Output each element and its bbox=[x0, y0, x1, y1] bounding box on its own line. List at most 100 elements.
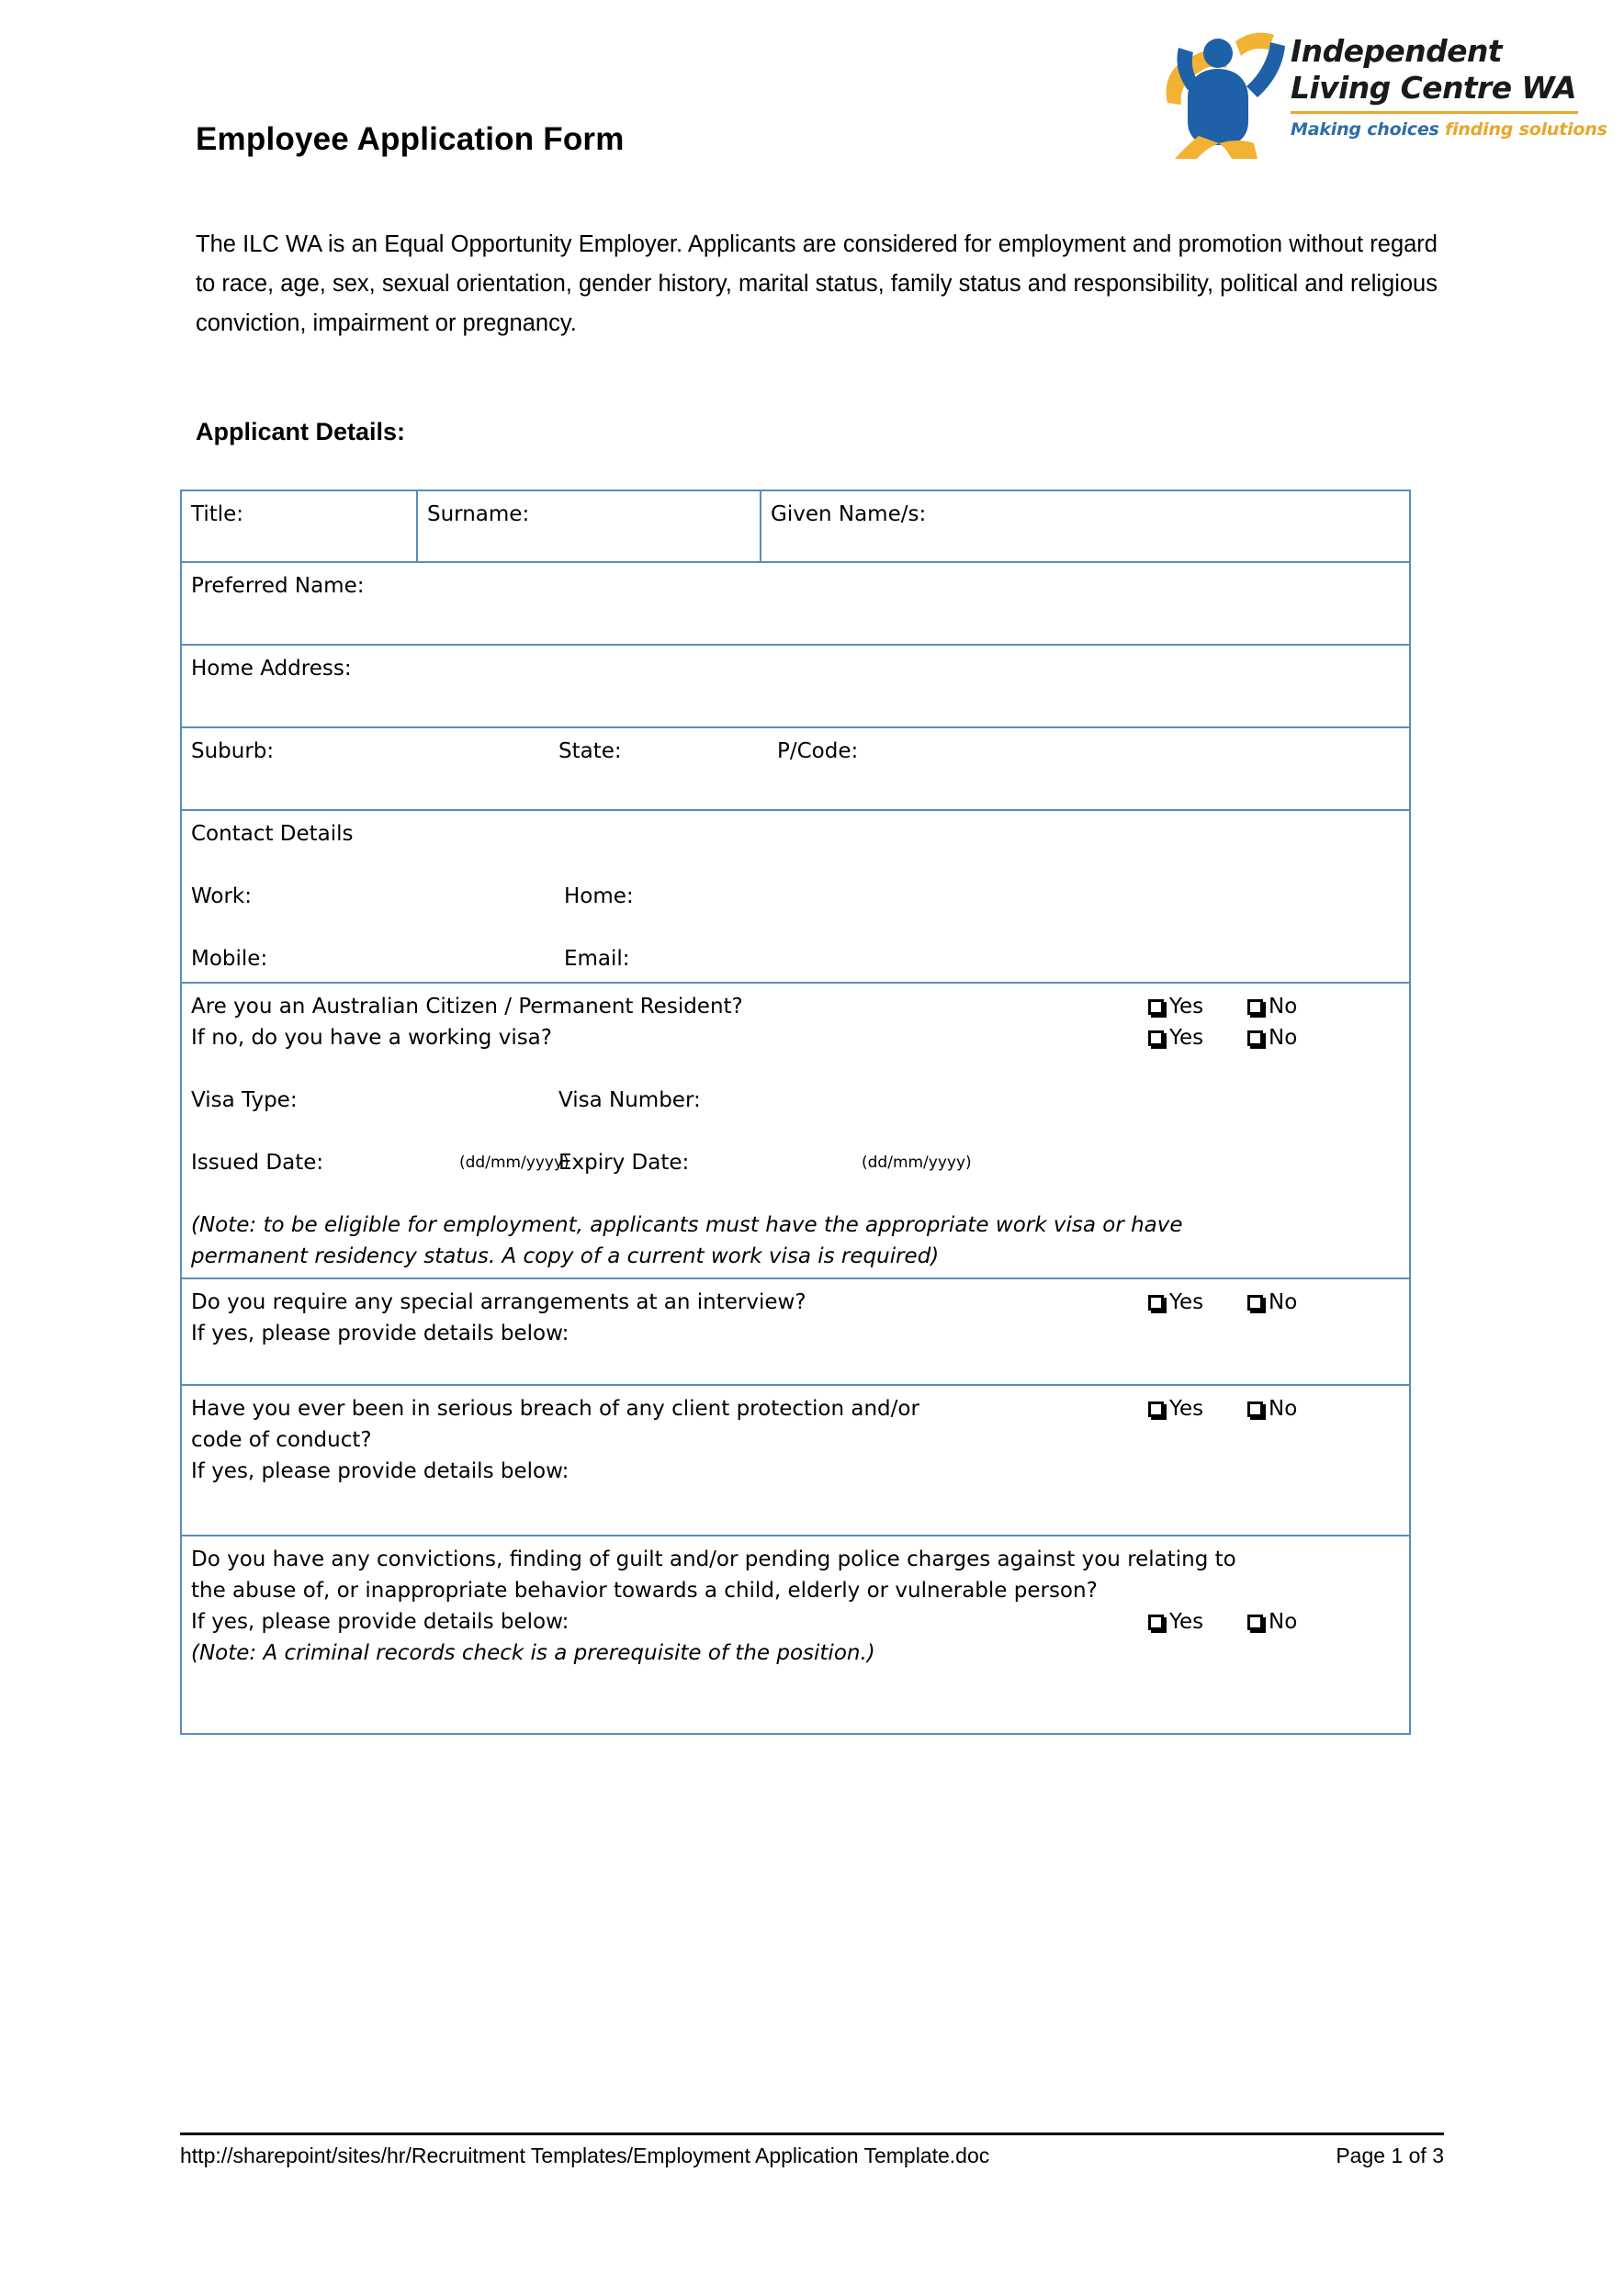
checkbox-icon bbox=[1148, 992, 1164, 1023]
checkbox-label-yes: Yes bbox=[1169, 995, 1204, 1019]
table-row-preferred-name: Preferred Name: bbox=[180, 561, 1411, 646]
checkbox-label-yes: Yes bbox=[1169, 1610, 1204, 1634]
checkbox-special-no[interactable]: No bbox=[1247, 1287, 1297, 1318]
label-contact-details: Contact Details bbox=[191, 822, 354, 846]
label-surname: Surname: bbox=[427, 502, 530, 526]
footer-page-number: Page 1 of 3 bbox=[1336, 2144, 1444, 2167]
page-footer: http://sharepoint/sites/hr/Recruitment T… bbox=[180, 2144, 1444, 2180]
note-visa-line-2: permanent residency status. A copy of a … bbox=[191, 1244, 940, 1268]
citizenship-spacer-2 bbox=[191, 1116, 1400, 1147]
label-expiry-date: Expiry Date: bbox=[558, 1151, 690, 1175]
organisation-logo: Independent Living Centre WA Making choi… bbox=[1151, 26, 1607, 159]
checkbox-label-yes: Yes bbox=[1169, 1397, 1204, 1421]
applicant-details-heading: Applicant Details: bbox=[196, 418, 406, 445]
checkbox-icon bbox=[1247, 1288, 1263, 1319]
logo-line-2: Living Centre WA bbox=[1291, 70, 1577, 106]
checkbox-icon bbox=[1148, 1394, 1164, 1425]
citizenship-spacer-3 bbox=[191, 1178, 1400, 1210]
page-title: Employee Application Form bbox=[196, 121, 625, 157]
cell-given-names[interactable]: Given Name/s: bbox=[760, 490, 1411, 563]
checkbox-label-no: No bbox=[1269, 1026, 1298, 1050]
cell-preferred-name[interactable]: Preferred Name: bbox=[180, 561, 1411, 646]
citizenship-spacer-1 bbox=[191, 1053, 1400, 1085]
logo-wordmark: Independent Living Centre WA Making choi… bbox=[1291, 33, 1607, 140]
logo-tagline: Making choices finding solutions bbox=[1291, 119, 1607, 140]
logo-line-1: Independent bbox=[1291, 33, 1503, 69]
cell-special-arrangements[interactable]: Do you require any special arrangements … bbox=[180, 1277, 1411, 1386]
followup-breach: If yes, please provide details below: bbox=[191, 1459, 570, 1483]
cell-citizenship[interactable]: Are you an Australian Citizen / Permanen… bbox=[180, 982, 1411, 1279]
label-home-phone: Home: bbox=[564, 884, 634, 908]
label-issued-date: Issued Date: bbox=[191, 1151, 324, 1175]
logo-tagline-part1: Making choices bbox=[1291, 119, 1446, 140]
cell-surname[interactable]: Surname: bbox=[416, 490, 761, 563]
checkbox-convictions-no[interactable]: No bbox=[1247, 1606, 1297, 1638]
checkbox-icon bbox=[1148, 1288, 1164, 1319]
table-row-home-address: Home Address: bbox=[180, 644, 1411, 728]
checkbox-breach-no[interactable]: No bbox=[1247, 1393, 1297, 1424]
checkbox-breach-yes[interactable]: Yes bbox=[1148, 1393, 1203, 1424]
label-pcode: P/Code: bbox=[777, 739, 859, 763]
checkbox-citizen-no[interactable]: No bbox=[1247, 991, 1297, 1022]
contact-spacer-1 bbox=[191, 850, 1400, 881]
checkbox-icon bbox=[1247, 1394, 1263, 1425]
checkbox-convictions-yes[interactable]: Yes bbox=[1148, 1606, 1203, 1638]
question-convictions-line-1: Do you have any convictions, finding of … bbox=[191, 1548, 1236, 1571]
hint-expiry-date-format: (dd/mm/yyyy) bbox=[862, 1154, 972, 1172]
question-convictions-line-2: the abuse of, or inappropriate behavior … bbox=[191, 1579, 1098, 1603]
label-work-phone: Work: bbox=[191, 884, 252, 908]
question-special-arrangements: Do you require any special arrangements … bbox=[191, 1290, 806, 1314]
table-row-contact-details: Contact Details Work: Home: Mobile: Emai… bbox=[180, 809, 1411, 984]
followup-convictions: If yes, please provide details below: bbox=[191, 1610, 570, 1634]
footer-document-path: http://sharepoint/sites/hr/Recruitment T… bbox=[180, 2144, 990, 2167]
hint-issued-date-format: (dd/mm/yyyy) bbox=[459, 1154, 570, 1172]
checkbox-special-yes[interactable]: Yes bbox=[1148, 1287, 1203, 1318]
cell-convictions[interactable]: Do you have any convictions, finding of … bbox=[180, 1535, 1411, 1735]
label-mobile-phone: Mobile: bbox=[191, 947, 268, 971]
checkbox-icon bbox=[1247, 1023, 1263, 1054]
intro-paragraph: The ILC WA is an Equal Opportunity Emplo… bbox=[196, 231, 1438, 336]
checkbox-label-no: No bbox=[1269, 1397, 1298, 1421]
checkbox-label-yes: Yes bbox=[1169, 1290, 1204, 1314]
label-given-names: Given Name/s: bbox=[771, 502, 927, 526]
question-breach-line-2: code of conduct? bbox=[191, 1428, 372, 1452]
logo-divider bbox=[1291, 111, 1578, 114]
applicant-details-table: Title: Surname: Given Name/s: Preferred … bbox=[180, 490, 1411, 1735]
checkbox-icon bbox=[1247, 1607, 1263, 1638]
checkbox-icon bbox=[1148, 1023, 1164, 1054]
label-state: State: bbox=[558, 739, 622, 763]
followup-special-arrangements: If yes, please provide details below: bbox=[191, 1322, 570, 1345]
cell-home-address[interactable]: Home Address: bbox=[180, 644, 1411, 728]
table-row-breach: Have you ever been in serious breach of … bbox=[180, 1384, 1411, 1536]
question-australian-citizen: Are you an Australian Citizen / Permanen… bbox=[191, 995, 743, 1019]
checkbox-icon bbox=[1247, 992, 1263, 1023]
table-row-name: Title: Surname: Given Name/s: bbox=[180, 490, 1411, 563]
logo-tagline-part2: finding solutions bbox=[1445, 119, 1607, 140]
label-preferred-name: Preferred Name: bbox=[191, 574, 365, 598]
checkbox-label-no: No bbox=[1269, 1290, 1298, 1314]
checkbox-visa-no[interactable]: No bbox=[1247, 1022, 1297, 1053]
contact-spacer-2 bbox=[191, 912, 1400, 943]
cell-title[interactable]: Title: bbox=[180, 490, 418, 563]
cell-contact-details[interactable]: Contact Details Work: Home: Mobile: Emai… bbox=[180, 809, 1411, 984]
note-visa-line-1: (Note: to be eligible for employment, ap… bbox=[191, 1213, 1183, 1237]
footer-divider bbox=[180, 2133, 1444, 2135]
checkbox-label-no: No bbox=[1269, 1610, 1298, 1634]
label-home-address: Home Address: bbox=[191, 657, 352, 681]
label-email: Email: bbox=[564, 947, 630, 971]
checkbox-visa-yes[interactable]: Yes bbox=[1148, 1022, 1203, 1053]
table-row-convictions: Do you have any convictions, finding of … bbox=[180, 1535, 1411, 1735]
cell-suburb-state-pcode[interactable]: Suburb: State: P/Code: bbox=[180, 726, 1411, 811]
page-header: Employee Application Form Independent Li bbox=[0, 0, 1624, 197]
note-convictions: (Note: A criminal records check is a pre… bbox=[191, 1641, 875, 1665]
checkbox-icon bbox=[1148, 1607, 1164, 1638]
checkbox-citizen-yes[interactable]: Yes bbox=[1148, 991, 1203, 1022]
label-visa-type: Visa Type: bbox=[191, 1088, 298, 1112]
checkbox-label-yes: Yes bbox=[1169, 1026, 1204, 1050]
question-working-visa: If no, do you have a working visa? bbox=[191, 1026, 552, 1050]
question-breach-line-1: Have you ever been in serious breach of … bbox=[191, 1397, 919, 1421]
checkbox-label-no: No bbox=[1269, 995, 1298, 1019]
document-page: Employee Application Form Independent Li bbox=[0, 0, 1624, 2296]
cell-breach[interactable]: Have you ever been in serious breach of … bbox=[180, 1384, 1411, 1536]
table-row-special-arrangements: Do you require any special arrangements … bbox=[180, 1277, 1411, 1386]
